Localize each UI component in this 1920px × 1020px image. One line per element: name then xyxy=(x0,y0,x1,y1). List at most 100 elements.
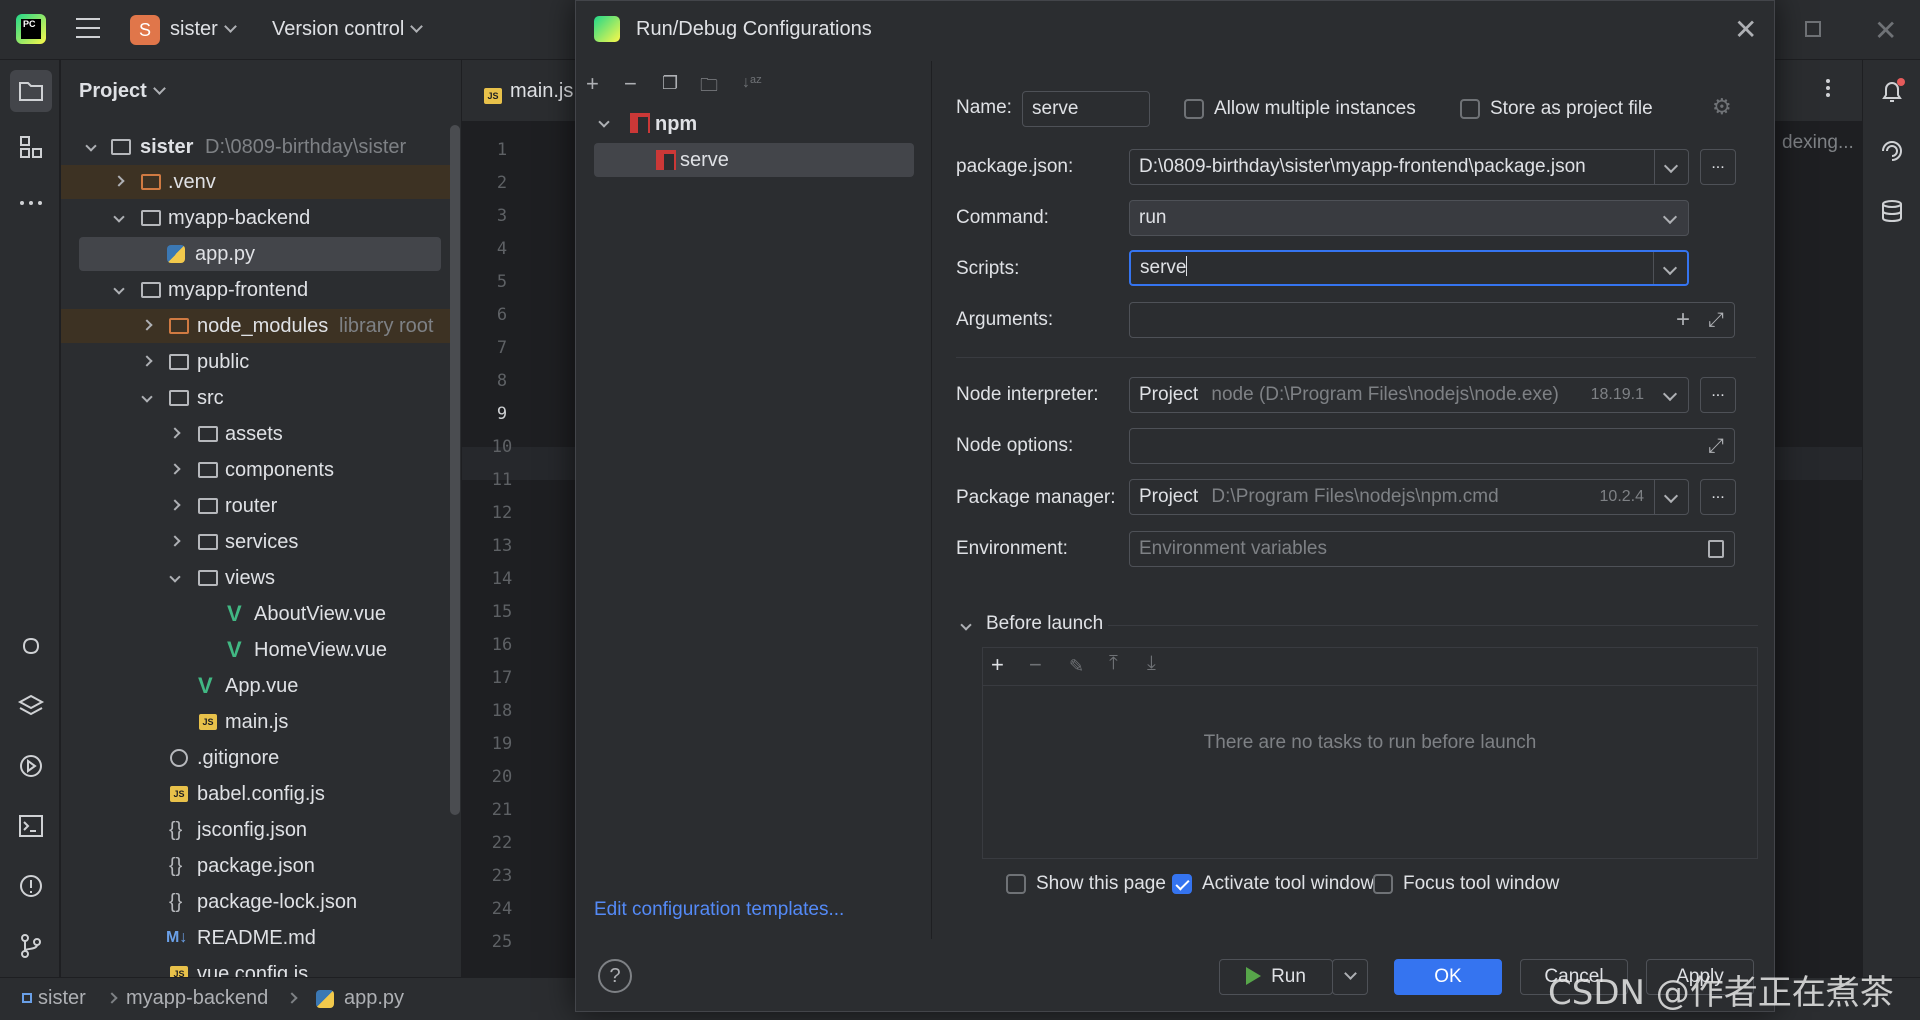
config-group-npm[interactable]: npm xyxy=(576,107,932,141)
chevron-down-icon[interactable] xyxy=(1654,480,1688,514)
breadcrumb-app-py[interactable]: app.py xyxy=(344,987,404,1010)
tree-item-main-js[interactable]: JS main.js xyxy=(61,705,456,739)
tree-item-package-json[interactable]: {} package.json xyxy=(61,849,456,883)
project-badge[interactable]: S xyxy=(130,15,160,45)
vue-file-icon: V xyxy=(227,601,242,626)
expand-icon[interactable]: ⤢ xyxy=(1708,429,1724,463)
remove-icon[interactable]: − xyxy=(624,71,637,97)
chevron-down-icon[interactable] xyxy=(1653,252,1687,284)
browse-package-json-button[interactable]: ... xyxy=(1700,149,1736,185)
tree-item-sister[interactable]: sister D:\0809-birthday\sister xyxy=(61,130,456,164)
edit-templates-link[interactable]: Edit configuration templates... xyxy=(594,899,844,921)
tree-item-services[interactable]: services xyxy=(61,525,456,559)
structure-tool-button[interactable] xyxy=(10,126,52,168)
editor-more-options-icon[interactable] xyxy=(1826,78,1830,98)
project-tool-button[interactable] xyxy=(10,70,52,112)
before-launch-label[interactable]: Before launch xyxy=(986,613,1103,635)
tree-item-gitignore[interactable]: .gitignore xyxy=(61,741,456,775)
copy-icon[interactable]: ❐ xyxy=(662,73,678,94)
version-control-menu[interactable]: Version control xyxy=(272,18,424,41)
tree-item-node-modules[interactable]: node_modules library root xyxy=(61,309,456,343)
expand-icon[interactable]: ⤢ xyxy=(1708,303,1724,337)
focus-tool-checkbox[interactable] xyxy=(1373,874,1393,894)
config-item-serve[interactable]: serve xyxy=(594,143,914,177)
chevron-down-icon[interactable] xyxy=(1654,378,1688,412)
add-icon[interactable]: + xyxy=(991,652,1004,678)
activate-tool-checkbox[interactable] xyxy=(1172,874,1192,894)
breadcrumb-sister[interactable]: sister xyxy=(38,987,86,1010)
store-project-checkbox[interactable] xyxy=(1460,99,1480,119)
main-menu-icon[interactable] xyxy=(76,18,100,40)
tree-item-readme[interactable]: M↓ README.md xyxy=(61,921,456,955)
more-tools-button[interactable] xyxy=(10,182,52,224)
tab-main-js[interactable]: JS main.js xyxy=(484,80,574,104)
tree-item-myapp-backend[interactable]: myapp-backend xyxy=(61,201,456,235)
tree-item-app-py[interactable]: app.py xyxy=(79,237,441,271)
js-file-icon: JS xyxy=(170,966,188,977)
tree-item-vue-config[interactable]: JS vue.config.js xyxy=(61,957,456,977)
tree-item-babel-config[interactable]: JS babel.config.js xyxy=(61,777,456,811)
remove-icon[interactable]: − xyxy=(1029,652,1042,678)
tree-item-public[interactable]: public xyxy=(61,345,456,379)
services-tool-button[interactable] xyxy=(10,745,52,787)
layers-tool-button[interactable] xyxy=(10,685,52,727)
new-folder-icon[interactable]: 🗀 xyxy=(700,73,718,103)
show-page-checkbox[interactable] xyxy=(1006,874,1026,894)
close-icon[interactable]: ✕ xyxy=(1734,13,1757,46)
environment-input[interactable]: Environment variables xyxy=(1129,531,1735,567)
tree-item-package-lock[interactable]: {} package-lock.json xyxy=(61,885,456,919)
tree-item-router[interactable]: router xyxy=(61,489,456,523)
project-switcher[interactable]: sister xyxy=(170,18,237,41)
command-select[interactable]: run xyxy=(1129,200,1689,236)
gear-icon[interactable]: ⚙ xyxy=(1712,94,1732,120)
tab-label: main.js xyxy=(510,80,574,102)
tree-item-homeview[interactable]: V HomeView.vue xyxy=(61,633,456,667)
breadcrumb-myapp-backend[interactable]: myapp-backend xyxy=(126,987,268,1010)
add-argument-icon[interactable]: + xyxy=(1676,303,1690,337)
notifications-icon[interactable] xyxy=(1875,74,1909,108)
tree-item-myapp-frontend[interactable]: myapp-frontend xyxy=(61,273,456,307)
name-input[interactable]: serve xyxy=(1022,91,1150,127)
move-down-icon[interactable]: ⤓ xyxy=(1147,652,1156,675)
run-options-button[interactable] xyxy=(1332,959,1368,995)
project-scrollbar[interactable] xyxy=(450,125,460,815)
terminal-tool-button[interactable] xyxy=(10,805,52,847)
tree-item-views[interactable]: views xyxy=(61,561,456,595)
problems-tool-button[interactable] xyxy=(10,865,52,907)
python-console-button[interactable] xyxy=(10,625,52,667)
database-icon[interactable] xyxy=(1875,194,1909,228)
close-window-icon[interactable]: ✕ xyxy=(1874,14,1897,47)
browse-interpreter-button[interactable]: ... xyxy=(1700,377,1736,413)
edit-environment-icon[interactable] xyxy=(1708,540,1724,558)
run-button[interactable]: Run xyxy=(1219,959,1333,995)
add-icon[interactable]: + xyxy=(586,71,599,97)
tree-item-app-vue[interactable]: V App.vue xyxy=(61,669,456,703)
line-number: 13 xyxy=(491,536,513,556)
tree-item-jsconfig[interactable]: {} jsconfig.json xyxy=(61,813,456,847)
browse-package-manager-button[interactable]: ... xyxy=(1700,479,1736,515)
tree-item-assets[interactable]: assets xyxy=(61,417,456,451)
help-button[interactable]: ? xyxy=(598,959,632,993)
allow-multiple-checkbox[interactable] xyxy=(1184,99,1204,119)
chevron-down-icon[interactable] xyxy=(1654,150,1688,184)
edit-icon[interactable]: ✎ xyxy=(1069,656,1084,677)
node-interpreter-combo[interactable]: Project node (D:\Program Files\nodejs\no… xyxy=(1129,377,1689,413)
restore-window-icon[interactable] xyxy=(1805,21,1821,37)
node-options-input[interactable]: ⤢ xyxy=(1129,428,1735,464)
ok-button[interactable]: OK xyxy=(1394,959,1502,995)
arguments-input[interactable]: + ⤢ xyxy=(1129,302,1735,338)
sort-icon[interactable]: ↓ᵃᶻ xyxy=(742,74,762,92)
git-tool-button[interactable] xyxy=(10,925,52,967)
chevron-down-icon[interactable] xyxy=(1654,201,1688,235)
chevron-down-icon[interactable] xyxy=(960,619,972,631)
package-manager-combo[interactable]: Project D:\Program Files\nodejs\npm.cmd … xyxy=(1129,479,1689,515)
tree-item-aboutview[interactable]: V AboutView.vue xyxy=(61,597,456,631)
tree-item-components[interactable]: components xyxy=(61,453,456,487)
tree-item-venv[interactable]: .venv xyxy=(61,165,456,199)
ai-assistant-icon[interactable] xyxy=(1875,134,1909,168)
package-json-combo[interactable]: D:\0809-birthday\sister\myapp-frontend\p… xyxy=(1129,149,1689,185)
move-up-icon[interactable]: ⤒ xyxy=(1109,652,1118,675)
scripts-combo[interactable]: serve xyxy=(1129,250,1689,286)
tree-item-src[interactable]: src xyxy=(61,381,456,415)
project-panel-header[interactable]: Project xyxy=(79,80,166,103)
